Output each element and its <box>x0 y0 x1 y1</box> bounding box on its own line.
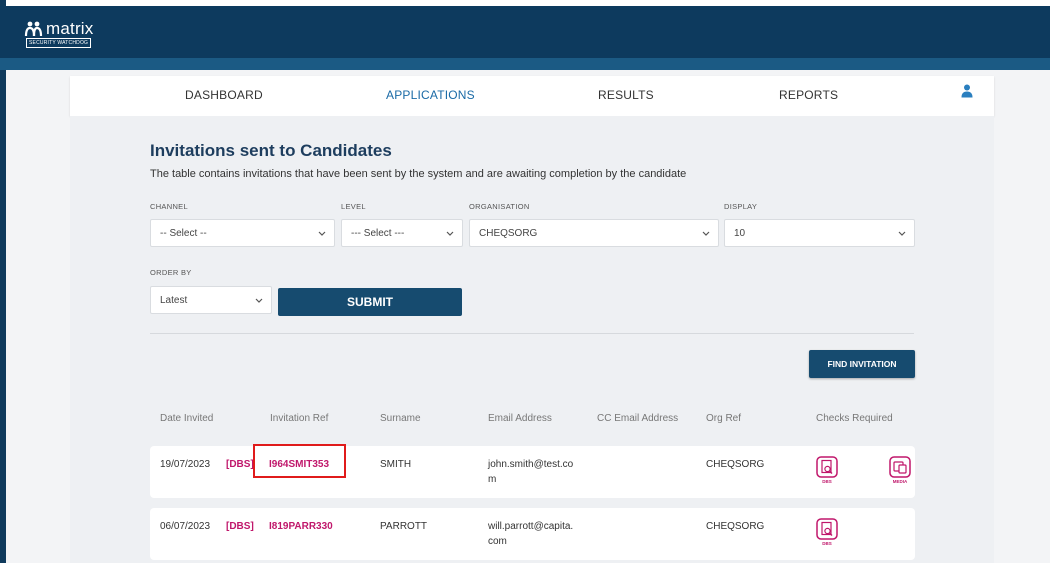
logo-text: matrix <box>46 19 94 38</box>
nav-results[interactable]: RESULTS <box>598 88 654 102</box>
header-org-ref: Org Ref <box>706 413 742 424</box>
submit-button[interactable]: SUBMIT <box>278 288 462 316</box>
row-org-ref: CHEQSORG <box>706 521 765 532</box>
row-date: 06/07/2023 <box>160 521 211 532</box>
matrix-logo[interactable]: matrix SECURITY WATCHDOG <box>24 19 94 48</box>
top-header-bar: matrix SECURITY WATCHDOG <box>0 6 1050 58</box>
channel-select[interactable]: -- Select -- <box>150 219 335 247</box>
find-invitation-button[interactable]: FIND INVITATION <box>809 350 915 378</box>
display-select[interactable]: 10 <box>724 219 915 247</box>
document-search-icon <box>816 518 838 540</box>
channel-value: -- Select -- <box>160 228 207 239</box>
nav-reports[interactable]: REPORTS <box>779 88 838 102</box>
header-email-address: Email Address <box>488 413 552 424</box>
row-invitation-ref[interactable]: I819PARR330 <box>269 519 333 534</box>
row-surname: SMITH <box>380 459 412 470</box>
header-date-invited: Date Invited <box>160 413 214 424</box>
row-email-line1: will.parrott@capita. <box>488 521 574 532</box>
header-surname: Surname <box>380 413 421 424</box>
document-search-icon <box>816 456 838 478</box>
table-row[interactable]: 06/07/2023 [DBS] I819PARR330 PARROTT wil… <box>150 508 915 560</box>
chevron-down-icon <box>318 231 326 236</box>
row-dbs-tag: [DBS] <box>226 459 254 470</box>
chevron-down-icon <box>702 231 710 236</box>
media-icon <box>889 456 911 478</box>
main-navigation: DASHBOARD APPLICATIONS RESULTS REPORTS <box>70 76 994 116</box>
people-icon <box>24 21 43 37</box>
check-label: DBS <box>822 479 832 484</box>
header-invitation-ref: Invitation Ref <box>270 413 329 424</box>
chevron-down-icon <box>446 231 454 236</box>
table-row[interactable]: 19/07/2023 [DBS] I964SMIT353 SMITH john.… <box>150 444 915 498</box>
row-org-ref: CHEQSORG <box>706 459 765 470</box>
order-by-label: ORDER BY <box>150 268 192 277</box>
header-accent-strip <box>0 58 1050 70</box>
nav-applications[interactable]: APPLICATIONS <box>386 88 475 102</box>
row-invitation-ref[interactable]: I964SMIT353 <box>269 457 329 472</box>
chevron-down-icon <box>255 298 263 303</box>
row-date: 19/07/2023 <box>160 459 211 470</box>
order-by-select[interactable]: Latest <box>150 286 272 314</box>
row-email-line1: john.smith@test.co <box>488 459 574 470</box>
media-check-icon[interactable]: MEDIA <box>887 456 913 486</box>
row-surname: PARROTT <box>380 521 428 532</box>
page-title: Invitations sent to Candidates <box>150 141 392 160</box>
level-value: --- Select --- <box>351 228 405 239</box>
row-email-line2: m <box>488 474 497 485</box>
display-value: 10 <box>734 228 746 239</box>
row-email-line2: com <box>488 536 507 547</box>
dbs-check-icon[interactable]: DBS <box>814 456 840 486</box>
display-label: DISPLAY <box>724 202 758 211</box>
channel-label: CHANNEL <box>150 202 188 211</box>
level-label: LEVEL <box>341 202 366 211</box>
chevron-down-icon <box>898 231 906 236</box>
level-select[interactable]: --- Select --- <box>341 219 463 247</box>
organisation-label: ORGANISATION <box>469 202 530 211</box>
logo-subtitle: SECURITY WATCHDOG <box>26 38 92 48</box>
header-checks-required: Checks Required <box>816 413 893 424</box>
check-label: DBS <box>822 541 832 546</box>
check-label: MEDIA <box>892 479 908 484</box>
order-by-value: Latest <box>160 295 188 306</box>
section-divider <box>150 333 914 334</box>
page-subtitle: The table contains invitations that have… <box>150 168 687 180</box>
row-dbs-tag: [DBS] <box>226 521 254 532</box>
header-cc-email-address: CC Email Address <box>597 413 679 424</box>
organisation-value: CHEQSORG <box>479 228 538 239</box>
user-icon[interactable] <box>961 84 973 98</box>
nav-dashboard[interactable]: DASHBOARD <box>185 88 263 102</box>
dbs-check-icon[interactable]: DBS <box>814 518 840 548</box>
organisation-select[interactable]: CHEQSORG <box>469 219 719 247</box>
